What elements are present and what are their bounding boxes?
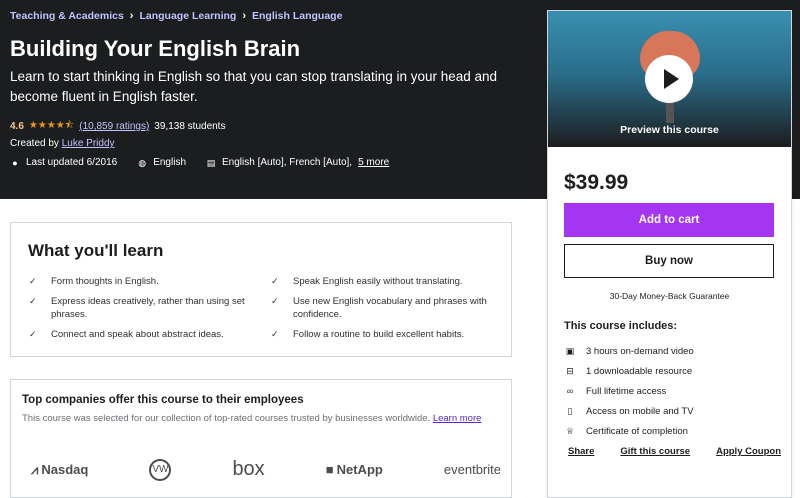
- mobile-icon: ▯: [567, 405, 573, 416]
- apply-coupon-button[interactable]: Apply Coupon: [716, 446, 781, 457]
- box-logo: box: [232, 458, 265, 480]
- add-to-cart-button[interactable]: Add to cart: [564, 203, 774, 237]
- alert-icon: ●: [12, 157, 18, 168]
- captions-more-link[interactable]: 5 more: [358, 157, 389, 168]
- video-icon: ▣: [565, 345, 575, 356]
- learn-item-text: Speak English easily without translating…: [293, 276, 463, 287]
- learn-list-left: ✓ Form thoughts in English. ✓ Express idea…: [29, 275, 259, 348]
- check-icon: ✓: [271, 329, 279, 339]
- captions-list: English [Auto], French [Auto],: [222, 157, 353, 168]
- list-item: ▣ 3 hours on-demand video: [564, 341, 694, 361]
- netapp-mark-icon: ■: [325, 462, 334, 477]
- list-item: ✓ Express ideas creatively, rather than u…: [29, 295, 259, 321]
- course-price: $39.99: [564, 171, 629, 194]
- breadcrumb-item-teaching[interactable]: Teaching & Academics: [10, 10, 124, 22]
- chevron-right-icon: ›: [242, 10, 246, 22]
- list-item: ✓ Use new English vocabulary and phrases …: [271, 295, 501, 321]
- globe-icon: ◍: [138, 157, 147, 168]
- purchase-sidebar: Preview this course $39.99 Add to cart B…: [547, 10, 792, 498]
- course-language: English: [153, 157, 187, 168]
- list-item: ∞ Full lifetime access: [564, 381, 694, 401]
- preview-label[interactable]: Preview this course: [548, 124, 791, 136]
- learn-item-text: Form thoughts in English.: [51, 276, 159, 287]
- breadcrumb: Teaching & Academics › Language Learning…: [10, 10, 342, 22]
- check-icon: ✓: [29, 296, 37, 306]
- include-text: Access on mobile and TV: [586, 405, 694, 417]
- netapp-logo: ■ NetApp: [326, 462, 383, 477]
- course-meta: ● Last updated 6/2016 ◍ English ▤ Englis…: [10, 157, 389, 168]
- learn-title: What you'll learn: [28, 241, 164, 260]
- trophy-icon: ♕: [565, 425, 575, 436]
- sidebar-links: Share Gift this course Apply Coupon: [568, 446, 781, 457]
- created-by: Created by Luke Priddy: [10, 138, 115, 149]
- companies-desc: This course was selected for our collect…: [22, 412, 497, 426]
- top-companies: Top companies offer this course to their…: [10, 379, 512, 498]
- check-icon: ✓: [29, 276, 37, 286]
- check-icon: ✓: [271, 296, 279, 306]
- list-item: ⊟ 1 downloadable resource: [564, 361, 694, 381]
- list-item: ✓ Form thoughts in English.: [29, 275, 259, 288]
- instructor-link[interactable]: Luke Priddy: [62, 138, 115, 149]
- chevron-right-icon: ›: [129, 10, 134, 22]
- learn-list-right: ✓ Speak English easily without translatin…: [271, 275, 501, 348]
- rating-row: 4.6 ★★★★⯪ (10,859 ratings) 39,138 studen…: [10, 118, 225, 135]
- vw-logo: VW: [149, 458, 172, 481]
- check-icon: ✓: [271, 276, 279, 286]
- company-logos: ⩘ Nasdaq VW box ■ NetApp eventbrite: [31, 458, 501, 481]
- eventbrite-logo: eventbrite: [443, 462, 501, 477]
- includes-list: ▣ 3 hours on-demand video ⊟ 1 downloadable…: [564, 341, 694, 441]
- companies-desc-text: This course was selected for our collect…: [22, 413, 431, 424]
- include-text: Certificate of completion: [586, 425, 688, 437]
- list-item: ✓ Follow a routine to build excellent hab…: [271, 328, 501, 341]
- last-updated: Last updated 6/2016: [26, 157, 118, 168]
- share-button[interactable]: Share: [568, 446, 594, 457]
- learn-more-link[interactable]: Learn more: [433, 413, 482, 424]
- buy-now-button[interactable]: Buy now: [564, 244, 774, 278]
- what-you-learn: What you'll learn ✓ Form thoughts in Engl…: [10, 222, 512, 357]
- nasdaq-logo: ⩘ Nasdaq: [31, 462, 88, 478]
- companies-title: Top companies offer this course to their…: [22, 394, 304, 406]
- page-title: Building Your English Brain: [10, 36, 301, 61]
- money-back-guarantee: 30-Day Money-Back Guarantee: [609, 291, 730, 301]
- list-item: ♕ Certificate of completion: [564, 421, 694, 441]
- logo-text: NetApp: [336, 462, 383, 477]
- include-text: Full lifetime access: [586, 385, 667, 397]
- breadcrumb-item-english-language[interactable]: English Language: [252, 10, 342, 22]
- course-subtitle: Learn to start thinking in English so th…: [10, 69, 498, 104]
- rating-value: 4.6: [10, 121, 24, 132]
- created-by-label: Created by: [10, 138, 59, 149]
- includes-title: This course includes:: [564, 320, 678, 332]
- check-icon: ✓: [29, 329, 37, 339]
- gift-course-button[interactable]: Gift this course: [620, 446, 690, 457]
- nasdaq-mark-icon: ⩘: [31, 461, 39, 477]
- learn-item-text: Express ideas creatively, rather than us…: [51, 296, 245, 320]
- infinity-icon: ∞: [566, 386, 574, 396]
- breadcrumb-item-language-learning[interactable]: Language Learning: [139, 10, 236, 22]
- learn-item-text: Connect and speak about abstract ideas.: [51, 329, 224, 340]
- play-icon[interactable]: [645, 55, 693, 103]
- star-rating-icon: ★★★★⯪: [28, 120, 75, 131]
- list-item: ✓ Connect and speak about abstract ideas.: [29, 328, 259, 341]
- students-count: 39,138 students: [154, 121, 226, 132]
- course-preview[interactable]: Preview this course: [548, 11, 791, 147]
- logo-text: Nasdaq: [41, 462, 89, 477]
- include-text: 1 downloadable resource: [586, 365, 693, 377]
- captions-icon: ▤: [206, 157, 216, 168]
- learn-item-text: Use new English vocabulary and phrases w…: [293, 296, 487, 320]
- ratings-count-link[interactable]: (10,859 ratings): [79, 121, 149, 132]
- learn-item-text: Follow a routine to build excellent habi…: [293, 329, 465, 340]
- list-item: ▯ Access on mobile and TV: [564, 401, 694, 421]
- list-item: ✓ Speak English easily without translatin…: [271, 275, 501, 288]
- include-text: 3 hours on-demand video: [586, 345, 694, 357]
- file-icon: ⊟: [566, 365, 574, 376]
